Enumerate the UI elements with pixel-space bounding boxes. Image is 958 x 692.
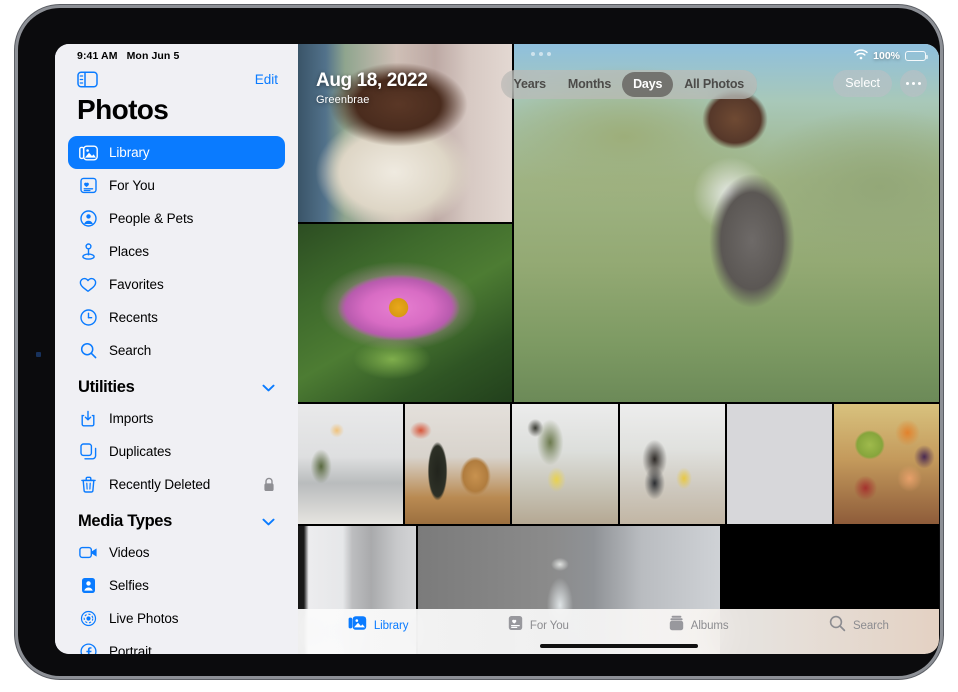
person-circle-icon bbox=[78, 210, 98, 227]
sidebar-item-label: Recents bbox=[109, 310, 158, 325]
sidebar-item-people-and-pets[interactable]: People & Pets bbox=[68, 202, 285, 235]
for-you-icon bbox=[508, 615, 523, 636]
top-right-controls: Select bbox=[833, 70, 927, 97]
sidebar-item-imports[interactable]: Imports bbox=[68, 402, 285, 435]
photo-bowls-of-produce[interactable] bbox=[727, 404, 832, 524]
device-side-marking bbox=[36, 352, 41, 357]
tab-library[interactable]: Library bbox=[298, 615, 458, 636]
heart-icon bbox=[78, 277, 98, 293]
sidebar-toggle-icon[interactable] bbox=[77, 71, 98, 88]
chevron-down-icon[interactable] bbox=[262, 513, 275, 531]
duplicate-icon bbox=[78, 443, 98, 460]
search-icon bbox=[78, 342, 98, 359]
search-icon bbox=[829, 615, 846, 637]
selfie-icon bbox=[78, 577, 98, 594]
photo-grid-middle-row bbox=[298, 404, 939, 524]
sidebar-item-label: Imports bbox=[109, 411, 153, 426]
segment-days[interactable]: Days bbox=[622, 72, 673, 97]
tab-label: Search bbox=[853, 620, 889, 632]
photo-library-area: Aug 18, 2022 Greenbrae Years Months Days… bbox=[298, 44, 939, 654]
section-title: Media Types bbox=[78, 512, 172, 531]
time-scale-segmented-control[interactable]: Years Months Days All Photos bbox=[501, 70, 758, 99]
photo-family-in-kitchen[interactable] bbox=[298, 404, 403, 524]
clock-icon bbox=[78, 309, 98, 326]
sidebar: 9:41 AM Mon Jun 5 Edit Photos bbox=[55, 44, 298, 654]
for-you-icon bbox=[78, 177, 98, 194]
trash-icon bbox=[78, 476, 98, 493]
status-time: 9:41 AM bbox=[77, 50, 118, 62]
sidebar-media-types-list: Videos Selfies bbox=[55, 536, 298, 654]
sidebar-item-videos[interactable]: Videos bbox=[68, 536, 285, 569]
tab-search[interactable]: Search bbox=[779, 615, 939, 637]
photo-women-cooking[interactable] bbox=[620, 404, 725, 524]
sidebar-item-label: Recently Deleted bbox=[109, 477, 210, 492]
segment-all-photos[interactable]: All Photos bbox=[673, 72, 755, 97]
sidebar-toolbar: Edit bbox=[55, 62, 298, 92]
tab-label: For You bbox=[530, 620, 569, 632]
sidebar-item-label: Duplicates bbox=[109, 444, 171, 459]
section-header-media-types[interactable]: Media Types bbox=[55, 501, 298, 536]
segment-years[interactable]: Years bbox=[503, 72, 557, 97]
ellipsis-icon[interactable] bbox=[900, 70, 927, 97]
sidebar-item-for-you[interactable]: For You bbox=[68, 169, 285, 202]
tab-for-you[interactable]: For You bbox=[458, 615, 618, 636]
section-title: Utilities bbox=[78, 378, 134, 397]
sidebar-item-label: For You bbox=[109, 178, 155, 193]
bottom-tab-bar: Library For You bbox=[298, 609, 939, 654]
tab-albums[interactable]: Albums bbox=[619, 615, 779, 636]
tab-label: Library bbox=[374, 620, 408, 632]
sidebar-item-places[interactable]: Places bbox=[68, 235, 285, 268]
multitask-handle-icon[interactable] bbox=[531, 52, 551, 56]
lock-icon bbox=[263, 477, 275, 492]
photo-pink-cosmos-flower[interactable] bbox=[298, 224, 512, 402]
sidebar-item-recents[interactable]: Recents bbox=[68, 301, 285, 334]
ipad-device-frame: 9:41 AM Mon Jun 5 Edit Photos bbox=[18, 8, 940, 676]
photo-woman-by-window[interactable] bbox=[298, 44, 512, 222]
ipad-screen: 9:41 AM Mon Jun 5 Edit Photos bbox=[55, 44, 939, 654]
photo-bowl-of-fruit[interactable] bbox=[834, 404, 939, 524]
page-title: Photos bbox=[55, 92, 298, 136]
select-button[interactable]: Select bbox=[833, 70, 892, 97]
photo-grid bbox=[298, 44, 939, 654]
sidebar-item-label: Library bbox=[109, 145, 150, 160]
segment-months[interactable]: Months bbox=[557, 72, 622, 97]
video-icon bbox=[78, 546, 98, 559]
status-bar-left: 9:41 AM Mon Jun 5 bbox=[55, 44, 298, 62]
photo-stack-icon bbox=[78, 145, 98, 161]
sidebar-item-label: People & Pets bbox=[109, 211, 193, 226]
home-indicator[interactable] bbox=[540, 644, 698, 649]
live-photo-icon bbox=[78, 610, 98, 627]
edit-button[interactable]: Edit bbox=[255, 72, 278, 87]
sidebar-item-label: Search bbox=[109, 343, 151, 358]
sidebar-item-favorites[interactable]: Favorites bbox=[68, 268, 285, 301]
photo-oil-bottle-and-bread[interactable] bbox=[405, 404, 510, 524]
sidebar-utilities-list: Imports Duplicates bbox=[55, 402, 298, 501]
sidebar-item-duplicates[interactable]: Duplicates bbox=[68, 435, 285, 468]
import-icon bbox=[78, 410, 98, 427]
sidebar-item-portrait[interactable]: Portrait bbox=[68, 635, 285, 654]
sidebar-item-selfies[interactable]: Selfies bbox=[68, 569, 285, 602]
section-header-utilities[interactable]: Utilities bbox=[55, 367, 298, 402]
photo-stack-icon bbox=[348, 615, 367, 636]
sidebar-item-recently-deleted[interactable]: Recently Deleted bbox=[68, 468, 285, 501]
sidebar-item-label: Portrait bbox=[109, 644, 152, 654]
sidebar-item-label: Videos bbox=[109, 545, 149, 560]
sidebar-item-live-photos[interactable]: Live Photos bbox=[68, 602, 285, 635]
tab-label: Albums bbox=[691, 620, 729, 632]
map-pin-icon bbox=[78, 243, 98, 261]
status-date: Mon Jun 5 bbox=[127, 50, 180, 62]
photo-grid-top-left-column bbox=[298, 44, 512, 402]
sidebar-primary-list: Library For You bbox=[55, 136, 298, 367]
sidebar-item-label: Selfies bbox=[109, 578, 149, 593]
sidebar-item-label: Live Photos bbox=[109, 611, 178, 626]
sidebar-item-label: Favorites bbox=[109, 277, 164, 292]
sidebar-item-label: Places bbox=[109, 244, 149, 259]
portrait-icon bbox=[78, 643, 98, 654]
chevron-down-icon[interactable] bbox=[262, 379, 275, 397]
sidebar-item-search[interactable]: Search bbox=[68, 334, 285, 367]
photo-man-hugging-family[interactable] bbox=[512, 404, 617, 524]
albums-icon bbox=[669, 615, 684, 636]
sidebar-item-library[interactable]: Library bbox=[68, 136, 285, 169]
